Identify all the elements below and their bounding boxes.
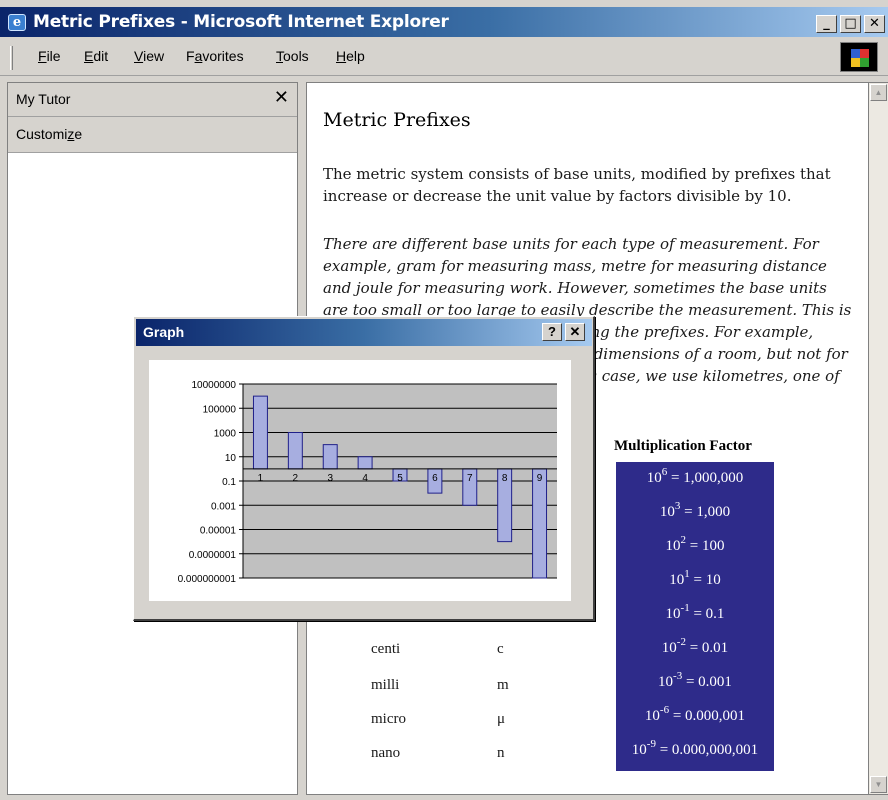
y-tick-label: 0.1 [222, 477, 236, 488]
sidebar-title: My Tutor [16, 91, 71, 107]
bar [252, 395, 268, 470]
menu-edit[interactable]: Edit [84, 48, 108, 64]
graph-chart-area: 10000000 100000 1000 10 0.1 0.001 0.00001 0.000… [149, 360, 571, 601]
y-tick-label: 10 [225, 453, 237, 464]
sidebar-header: My Tutor ✕ [8, 83, 297, 117]
factor-row: 101 = 10 [669, 568, 721, 588]
customize-label: Customize [16, 126, 83, 142]
ie-icon: e [8, 14, 26, 31]
multiplication-factor-table: 106 = 1,000,000 103 = 1,000 102 = 100 10… [616, 462, 774, 771]
factor-row: 102 = 100 [665, 534, 725, 554]
bar [532, 468, 548, 579]
graph-title-bar[interactable]: Graph ? ✕ [136, 319, 592, 346]
sidebar-close-icon[interactable]: ✕ [274, 87, 289, 108]
menu-bar: File Edit View Favorites Tools Help [0, 38, 888, 76]
x-tick-label: 2 [293, 473, 299, 484]
prefix-symbol: c [497, 641, 504, 657]
factor-row: 10-2 = 0.01 [661, 636, 729, 656]
y-tick-label: 0.00001 [200, 526, 237, 537]
menu-tools[interactable]: Tools [276, 48, 309, 64]
factor-row: 10-1 = 0.1 [665, 602, 725, 622]
browser-window: e Metric Prefixes - Microsoft Internet E… [0, 0, 888, 800]
x-tick-label: 7 [467, 473, 473, 484]
prefix-symbol: n [497, 745, 505, 761]
vertical-scrollbar[interactable]: ▲ ▼ [869, 82, 888, 795]
title-bar[interactable]: e Metric Prefixes - Microsoft Internet E… [0, 7, 888, 37]
prefix-symbol: μ [497, 711, 506, 727]
y-tick-label: 0.001 [211, 501, 236, 512]
prefix-symbol: m [497, 677, 509, 693]
menu-favorites[interactable]: Favorites [186, 48, 244, 64]
bar-chart: 10000000 100000 1000 10 0.1 0.001 0.00001 0.000… [178, 380, 557, 585]
graph-dialog: Graph ? ✕ 10000000 100000 1000 10 0.1 0.001 0.… [133, 316, 595, 621]
prefix-name: centi [371, 641, 401, 657]
graph-close-button[interactable]: ✕ [565, 323, 585, 341]
close-button[interactable]: ✕ [864, 15, 885, 33]
graph-title: Graph [143, 324, 185, 340]
menu-file[interactable]: File [38, 48, 61, 64]
toolbar-grip[interactable] [10, 46, 13, 70]
factor-row: 10-6 = 0.000,001 [644, 704, 746, 724]
x-tick-label: 3 [327, 473, 333, 484]
windows-logo-icon [840, 42, 878, 72]
x-tick-label: 6 [432, 473, 438, 484]
menu-help[interactable]: Help [336, 48, 365, 64]
scroll-up-icon[interactable]: ▲ [870, 84, 887, 101]
prefix-name: milli [371, 677, 400, 693]
x-tick-label: 4 [362, 473, 368, 484]
page-title: Metric Prefixes [323, 109, 471, 131]
y-tick-label: 10000000 [192, 380, 237, 391]
y-tick-label: 0.000000001 [178, 574, 237, 585]
factor-row: 10-3 = 0.001 [658, 670, 732, 690]
factor-row: 103 = 1,000 [659, 500, 731, 520]
x-tick-label: 8 [502, 473, 508, 484]
maximize-button[interactable]: □ [840, 15, 861, 33]
scroll-down-icon[interactable]: ▼ [870, 776, 887, 793]
graph-help-button[interactable]: ? [542, 323, 562, 341]
y-tick-label: 100000 [203, 404, 237, 415]
window-title: Metric Prefixes - Microsoft Internet Exp… [33, 12, 449, 32]
factor-row: 10-9 = 0.000,000,001 [631, 738, 759, 758]
intro-paragraph: The metric system consists of base units… [323, 165, 831, 205]
bar [287, 432, 303, 470]
bar [357, 456, 373, 470]
x-tick-label: 5 [397, 473, 403, 484]
prefix-name: nano [371, 745, 401, 761]
y-tick-label: 0.0000001 [189, 550, 237, 561]
menu-view[interactable]: View [134, 48, 164, 64]
minimize-button[interactable]: _ [816, 15, 837, 33]
prefix-name: micro [371, 711, 406, 727]
customize-button[interactable]: Customize [8, 117, 297, 153]
x-tick-label: 9 [537, 473, 543, 484]
x-tick-label: 1 [258, 473, 264, 484]
factor-row: 106 = 1,000,000 [646, 466, 744, 486]
bar [322, 444, 338, 470]
y-tick-label: 1000 [214, 429, 237, 440]
multiplication-factor-header: Multiplication Factor [614, 438, 752, 454]
